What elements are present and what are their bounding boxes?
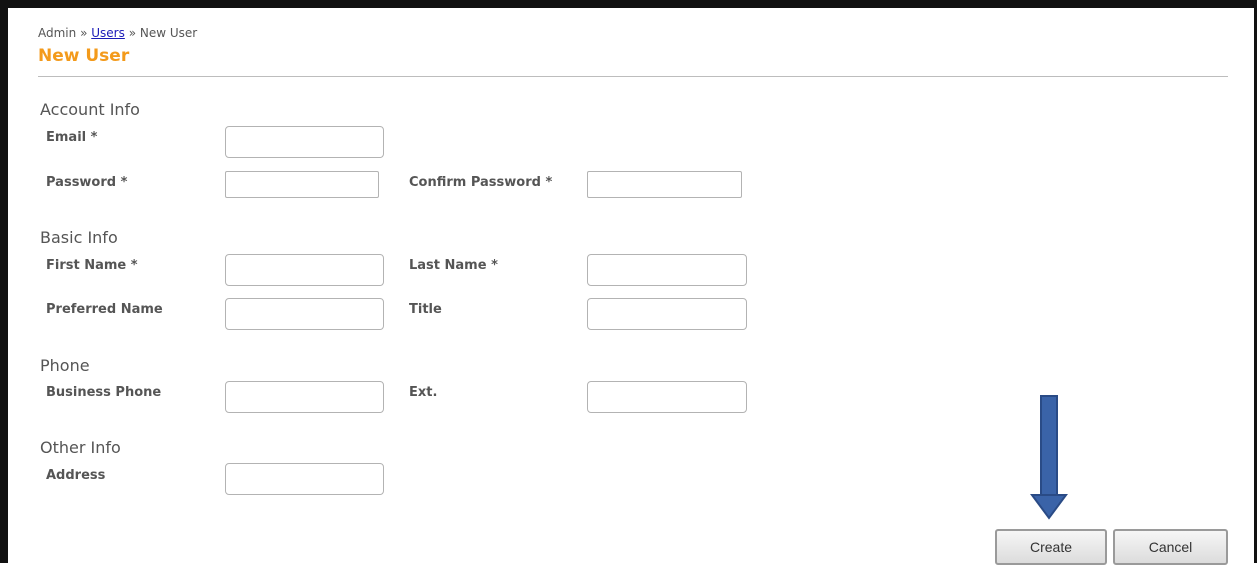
window-frame-left xyxy=(0,0,8,563)
section-account-info: Account Info xyxy=(40,100,140,119)
cancel-button[interactable]: Cancel xyxy=(1113,529,1228,565)
preferred-name-label: Preferred Name xyxy=(46,302,163,317)
page-title: New User xyxy=(38,46,130,66)
title-field[interactable] xyxy=(587,298,747,330)
business-phone-field[interactable] xyxy=(225,381,384,413)
ext-field[interactable] xyxy=(587,381,747,413)
confirm-password-label: Confirm Password * xyxy=(409,175,553,190)
last-name-label: Last Name * xyxy=(409,258,498,273)
breadcrumb-separator: » xyxy=(128,26,137,40)
password-field[interactable] xyxy=(225,171,379,198)
first-name-field[interactable] xyxy=(225,254,384,286)
first-name-label: First Name * xyxy=(46,258,138,273)
section-basic-info: Basic Info xyxy=(40,228,118,247)
create-button[interactable]: Create xyxy=(995,529,1107,565)
section-other-info: Other Info xyxy=(40,438,121,457)
business-phone-label: Business Phone xyxy=(46,385,162,400)
breadcrumb-admin: Admin xyxy=(38,26,77,40)
ext-label: Ext. xyxy=(409,385,438,400)
title-label: Title xyxy=(409,302,442,317)
preferred-name-field[interactable] xyxy=(225,298,384,330)
address-label: Address xyxy=(46,468,106,483)
breadcrumb-current: New User xyxy=(139,26,198,40)
last-name-field[interactable] xyxy=(587,254,747,286)
address-field[interactable] xyxy=(225,463,384,495)
confirm-password-field[interactable] xyxy=(587,171,742,198)
password-label: Password * xyxy=(46,175,128,190)
breadcrumb-separator: » xyxy=(80,26,88,40)
title-divider xyxy=(38,76,1228,77)
breadcrumb-users-link[interactable]: Users xyxy=(91,26,125,40)
email-label: Email * xyxy=(46,130,98,145)
breadcrumb: Admin » Users » New User xyxy=(38,26,197,40)
window-frame-top xyxy=(0,0,1257,8)
down-arrow-icon xyxy=(1030,395,1068,520)
section-phone: Phone xyxy=(40,356,90,375)
email-field[interactable] xyxy=(225,126,384,158)
